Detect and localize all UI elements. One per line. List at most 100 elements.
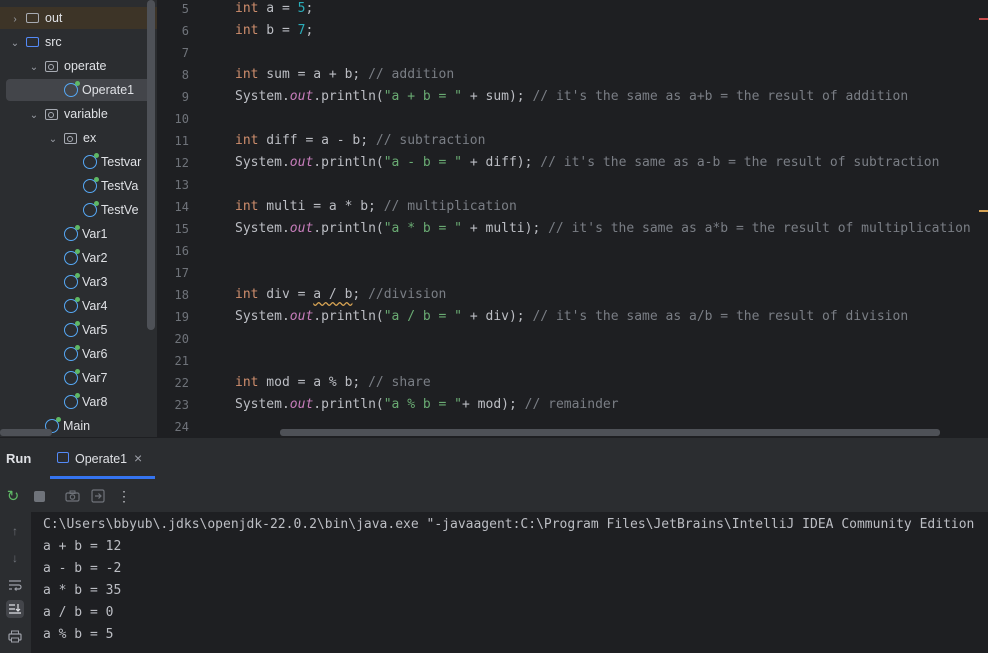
soft-wrap-icon[interactable] <box>6 577 24 593</box>
tree-item-testvar[interactable]: Testvar <box>0 151 157 173</box>
code-line[interactable]: int diff = a - b; // subtraction <box>235 130 485 152</box>
code-line[interactable]: System.out.println("a % b = "+ mod); // … <box>235 394 619 416</box>
chevron-down-icon[interactable]: ⌄ <box>29 62 39 73</box>
code-token: "a / b = " <box>383 309 463 324</box>
code-token: "a * b = " <box>383 221 463 236</box>
tree-item-var1[interactable]: Var1 <box>0 223 157 245</box>
console-output-line: a + b = 12 <box>43 539 122 554</box>
code-token: sum = a + b; <box>258 67 369 82</box>
code-token: out <box>289 89 314 104</box>
line-number: 14 <box>174 200 189 214</box>
line-number: 17 <box>174 266 189 280</box>
code-token: System. <box>235 397 290 412</box>
tree-item-label: TestVe <box>101 203 139 217</box>
code-token: int <box>235 133 259 148</box>
tree-item-label: Var6 <box>82 347 108 361</box>
tree-item-ex[interactable]: ⌄ ex <box>0 127 157 149</box>
tab-label: Operate1 <box>75 452 128 466</box>
line-number: 16 <box>174 244 189 258</box>
tree-item-var2[interactable]: Var2 <box>0 247 157 269</box>
scroll-to-end-icon[interactable] <box>6 600 24 618</box>
camera-icon[interactable] <box>64 488 80 504</box>
code-token: // share <box>368 375 431 390</box>
code-line[interactable]: int mod = a % b; // share <box>235 372 431 394</box>
tree-horizontal-scrollbar[interactable] <box>0 429 52 436</box>
chevron-down-icon[interactable]: ⌄ <box>10 38 20 49</box>
chevron-down-icon[interactable]: ⌄ <box>48 134 58 145</box>
code-line[interactable]: int div = a / b; //division <box>235 284 446 306</box>
tree-item-label: variable <box>64 107 108 121</box>
code-token: System. <box>235 221 290 236</box>
line-number: 11 <box>174 134 189 148</box>
code-line[interactable]: System.out.println("a * b = " + multi); … <box>235 218 971 240</box>
tree-item-testve[interactable]: TestVe <box>0 199 157 221</box>
tree-item-label: Var1 <box>82 227 108 241</box>
code-line[interactable]: int a = 5; <box>235 0 313 20</box>
chevron-right-icon[interactable]: › <box>10 14 20 25</box>
code-line[interactable]: int sum = a + b; // addition <box>235 64 454 86</box>
console-output[interactable]: C:\Users\bbyub\.jdks\openjdk-22.0.2\bin\… <box>31 512 988 653</box>
tree-item-var4[interactable]: Var4 <box>0 295 157 317</box>
console-output-line: a - b = -2 <box>43 561 122 576</box>
code-line[interactable]: System.out.println("a + b = " + sum); //… <box>235 86 908 108</box>
code-token: out <box>289 397 314 412</box>
code-line[interactable]: int multi = a * b; // multiplication <box>235 196 517 218</box>
tree-item-operate[interactable]: ⌄ operate <box>0 55 157 77</box>
code-token: "a + b = " <box>383 89 463 104</box>
tree-item-label: src <box>45 35 62 49</box>
tree-item-src[interactable]: ⌄ src <box>0 31 157 53</box>
code-token: System. <box>235 155 290 170</box>
tree-item-label: Var5 <box>82 323 108 337</box>
tree-item-label: Main <box>63 419 91 433</box>
close-icon[interactable]: × <box>134 450 142 466</box>
print-icon[interactable] <box>6 628 24 644</box>
code-token: out <box>289 221 314 236</box>
java-class-icon <box>64 369 80 385</box>
tree-item-variable[interactable]: ⌄ variable <box>0 103 157 125</box>
tree-item-label: Operate1 <box>82 83 135 97</box>
code-token: .println( <box>313 309 384 324</box>
console-output-line: a % b = 5 <box>43 627 114 642</box>
tree-item-label: Testvar <box>101 155 142 169</box>
more-options-icon[interactable]: ⋮ <box>116 488 132 504</box>
tree-item-var8[interactable]: Var8 <box>0 391 157 413</box>
code-token: // it's the same as a+b = the result of … <box>532 89 909 104</box>
stop-icon[interactable] <box>31 488 47 504</box>
tree-item-label: Var2 <box>82 251 108 265</box>
tree-item-label: Var8 <box>82 395 108 409</box>
code-token: out <box>289 155 314 170</box>
warning-stripe-marker[interactable] <box>979 210 988 212</box>
tree-item-var7[interactable]: Var7 <box>0 367 157 389</box>
code-token: // remainder <box>524 397 619 412</box>
tree-item-out[interactable]: › out <box>0 7 157 29</box>
tree-item-var3[interactable]: Var3 <box>0 271 157 293</box>
scroll-down-icon[interactable]: ↓ <box>6 550 24 566</box>
tree-item-var5[interactable]: Var5 <box>0 319 157 341</box>
line-number: 10 <box>174 112 189 126</box>
tree-item-var6[interactable]: Var6 <box>0 343 157 365</box>
chevron-down-icon[interactable]: ⌄ <box>29 110 39 121</box>
scroll-up-icon[interactable]: ↑ <box>6 523 24 539</box>
run-panel-title: Run <box>6 451 32 466</box>
tree-vertical-scrollbar[interactable] <box>147 0 155 330</box>
line-number: 18 <box>174 288 189 302</box>
code-editor[interactable]: int a = 5; int b = 7; int sum = a + b; // … <box>227 0 988 437</box>
code-line[interactable]: int b = 7; <box>235 20 313 42</box>
exit-icon[interactable] <box>90 488 106 504</box>
run-toolbar <box>0 480 988 512</box>
code-token: + diff); <box>462 155 541 170</box>
editor-horizontal-scrollbar[interactable] <box>280 429 940 436</box>
folder-icon <box>26 13 39 23</box>
code-token: .println( <box>313 221 384 236</box>
rerun-icon[interactable]: ↻ <box>5 488 21 505</box>
code-token: + div); <box>462 309 533 324</box>
tree-item-testva[interactable]: TestVa <box>0 175 157 197</box>
tree-item-operate1[interactable]: Operate1 <box>6 79 155 101</box>
line-number: 12 <box>174 156 189 170</box>
code-token: // addition <box>368 67 455 82</box>
line-number: 23 <box>174 398 189 412</box>
error-stripe-marker[interactable] <box>979 18 988 20</box>
code-line[interactable]: System.out.println("a / b = " + div); //… <box>235 306 908 328</box>
code-line[interactable]: System.out.println("a - b = " + diff); /… <box>235 152 939 174</box>
line-number: 9 <box>181 90 189 104</box>
